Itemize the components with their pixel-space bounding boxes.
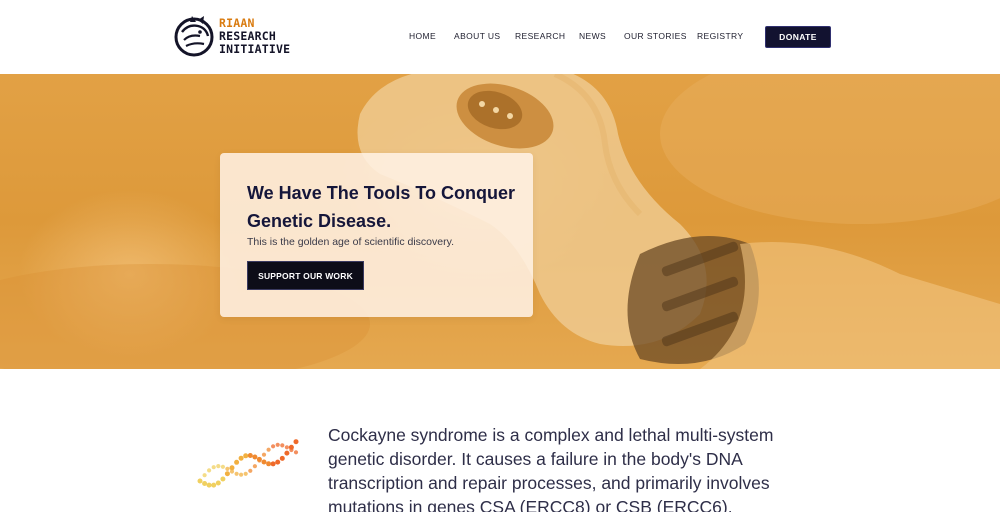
nav-item-news[interactable]: NEWS xyxy=(579,31,606,41)
donate-button[interactable]: DONATE xyxy=(765,26,831,48)
tiger-icon xyxy=(174,16,214,57)
site-logo[interactable]: RIAAN RESEARCH INITIATIVE xyxy=(172,10,302,62)
hero-subtitle: This is the golden age of scientific dis… xyxy=(247,236,454,248)
nav-item-our-stories[interactable]: OUR STORIES xyxy=(624,31,687,41)
support-our-work-button[interactable]: SUPPORT OUR WORK xyxy=(247,261,364,290)
hero-banner: We Have The Tools To Conquer Genetic Dis… xyxy=(0,74,1000,369)
hero-title: We Have The Tools To Conquer Genetic Dis… xyxy=(247,183,516,231)
logo-wordmark: RIAAN RESEARCH INITIATIVE xyxy=(219,15,291,56)
nav-item-registry[interactable]: REGISTRY xyxy=(697,31,744,41)
logo-line-3: INITIATIVE xyxy=(219,41,291,56)
nav-item-home[interactable]: HOME xyxy=(409,31,436,41)
hero-card: We Have The Tools To Conquer Genetic Dis… xyxy=(220,153,533,317)
logo-line-2: RESEARCH xyxy=(219,28,276,43)
dna-icon xyxy=(197,439,299,488)
intro-paragraph: Cockayne syndrome is a complex and letha… xyxy=(328,425,774,512)
logo-line-1: RIAAN xyxy=(219,15,255,30)
intro-section: Cockayne syndrome is a complex and letha… xyxy=(0,369,1000,512)
nav-item-about-us[interactable]: ABOUT US xyxy=(454,31,501,41)
site-header: RIAAN RESEARCH INITIATIVE HOME ABOUT US … xyxy=(0,0,1000,74)
nav-item-research[interactable]: RESEARCH xyxy=(515,31,565,41)
